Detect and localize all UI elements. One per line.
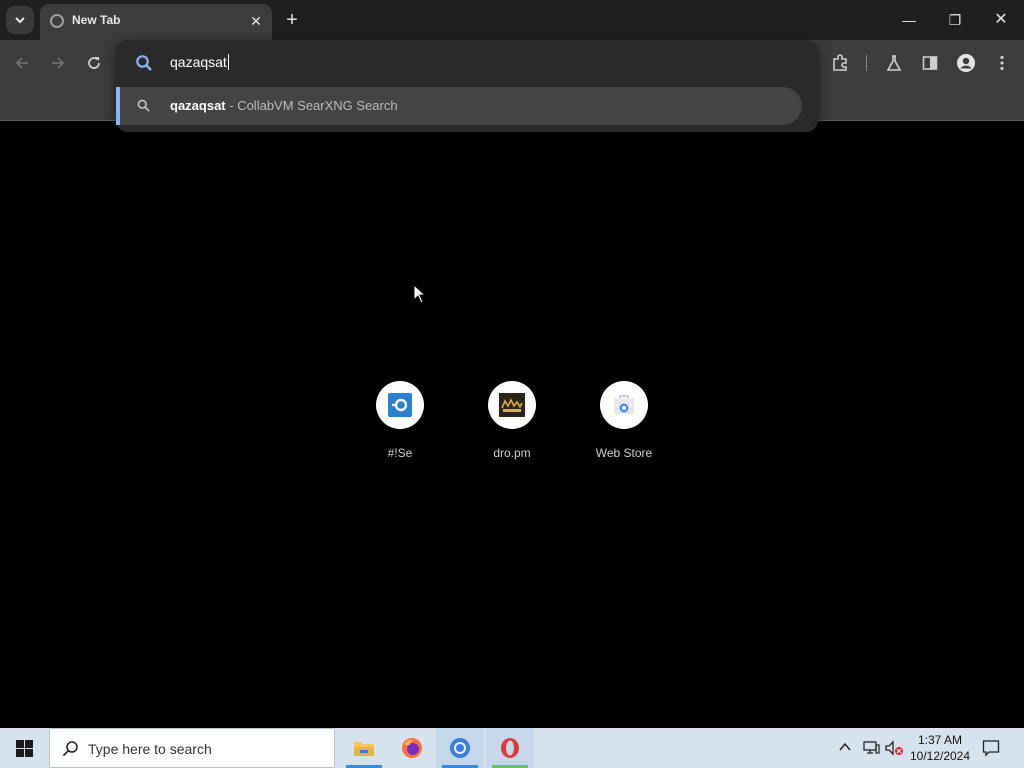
searx-icon — [388, 393, 412, 417]
notifications-button[interactable] — [982, 739, 1002, 757]
search-icon — [62, 741, 78, 757]
close-window-button[interactable]: ✕ — [987, 8, 1015, 32]
omnibox-suggestion[interactable]: qazaqsat - CollabVM SearXNG Search — [116, 87, 802, 125]
shortcut-tile[interactable]: Web Store — [576, 381, 672, 471]
firefox-icon — [402, 738, 422, 758]
text-caret — [227, 54, 229, 70]
shortcut-icon-circle — [488, 381, 536, 429]
profile-button[interactable] — [954, 51, 978, 75]
taskbar: Type here to search 1:37 AM 10/12/2024 — [0, 728, 1024, 768]
show-hidden-icons-button[interactable] — [838, 740, 854, 756]
minimize-button[interactable]: — — [895, 8, 923, 32]
system-clock[interactable]: 1:37 AM 10/12/2024 — [900, 732, 980, 764]
globe-icon — [50, 14, 64, 28]
forward-arrow-icon — [52, 57, 65, 69]
address-bar-input[interactable]: qazaqsat — [170, 54, 229, 70]
shortcut-tile[interactable]: #!Se — [352, 381, 448, 471]
shortcut-icon-circle — [376, 381, 424, 429]
dro-pm-icon — [499, 393, 525, 417]
taskbar-file-explorer[interactable] — [340, 728, 388, 768]
reload-button[interactable] — [82, 51, 106, 75]
opera-icon — [501, 738, 519, 758]
folder-icon — [354, 742, 374, 756]
address-bar-text: qazaqsat — [170, 54, 227, 70]
puzzle-icon — [833, 54, 847, 71]
search-icon — [136, 55, 152, 71]
close-tab-icon[interactable]: ✕ — [248, 13, 264, 29]
shortcut-icon-circle — [600, 381, 648, 429]
mouse-pointer-icon — [413, 284, 427, 304]
extensions-button[interactable] — [828, 51, 852, 75]
tab-search-button[interactable] — [6, 6, 34, 34]
avatar-icon — [957, 54, 975, 72]
labs-button[interactable] — [882, 51, 906, 75]
toolbar-divider — [866, 55, 867, 71]
network-button[interactable] — [862, 740, 880, 756]
menu-button[interactable] — [990, 51, 1014, 75]
windows-logo-icon — [15, 739, 33, 757]
shortcut-label: Web Store — [595, 446, 653, 460]
suggestion-selected-indicator — [116, 87, 120, 125]
restore-button[interactable]: ❐ — [941, 8, 969, 32]
taskbar-firefox[interactable] — [388, 728, 436, 768]
flask-icon — [886, 55, 902, 71]
search-icon — [137, 99, 150, 112]
side-panel-icon — [922, 56, 938, 70]
clock-time: 1:37 AM — [917, 733, 963, 747]
omnibox-popup: qazaqsat qazaqsat - CollabVM SearXNG Sea… — [116, 40, 818, 132]
forward-button[interactable] — [46, 51, 70, 75]
tab-new-tab[interactable]: New Tab ✕ — [40, 4, 272, 40]
tab-strip: New Tab ✕ + — ❐ ✕ — [0, 0, 1024, 40]
network-icon — [863, 741, 880, 754]
taskbar-search-placeholder: Type here to search — [88, 741, 212, 757]
chevron-down-icon — [15, 17, 25, 24]
suggestion-source: - CollabVM SearXNG Search — [225, 98, 398, 113]
more-vertical-icon — [1000, 55, 1004, 71]
taskbar-search-box[interactable]: Type here to search — [49, 728, 335, 768]
taskbar-opera[interactable] — [486, 728, 534, 768]
new-tab-button[interactable]: + — [282, 10, 302, 30]
notification-icon — [982, 740, 1000, 757]
tab-title: New Tab — [72, 13, 121, 27]
reload-icon — [88, 57, 100, 69]
clock-date: 10/12/2024 — [909, 749, 971, 763]
start-button[interactable] — [0, 728, 48, 768]
back-arrow-icon — [15, 57, 28, 69]
suggestion-query: qazaqsat — [170, 98, 226, 113]
shortcut-label: #!Se — [387, 446, 413, 460]
taskbar-chrome[interactable] — [436, 728, 484, 768]
shortcut-tile[interactable]: dro.pm — [464, 381, 560, 471]
suggestion-text: qazaqsat - CollabVM SearXNG Search — [170, 98, 398, 113]
shortcut-label: dro.pm — [493, 446, 531, 460]
web-store-icon — [614, 395, 634, 414]
side-panel-button[interactable] — [918, 51, 942, 75]
back-button[interactable] — [10, 51, 34, 75]
chevron-up-icon — [839, 742, 851, 751]
chrome-icon — [450, 738, 470, 758]
